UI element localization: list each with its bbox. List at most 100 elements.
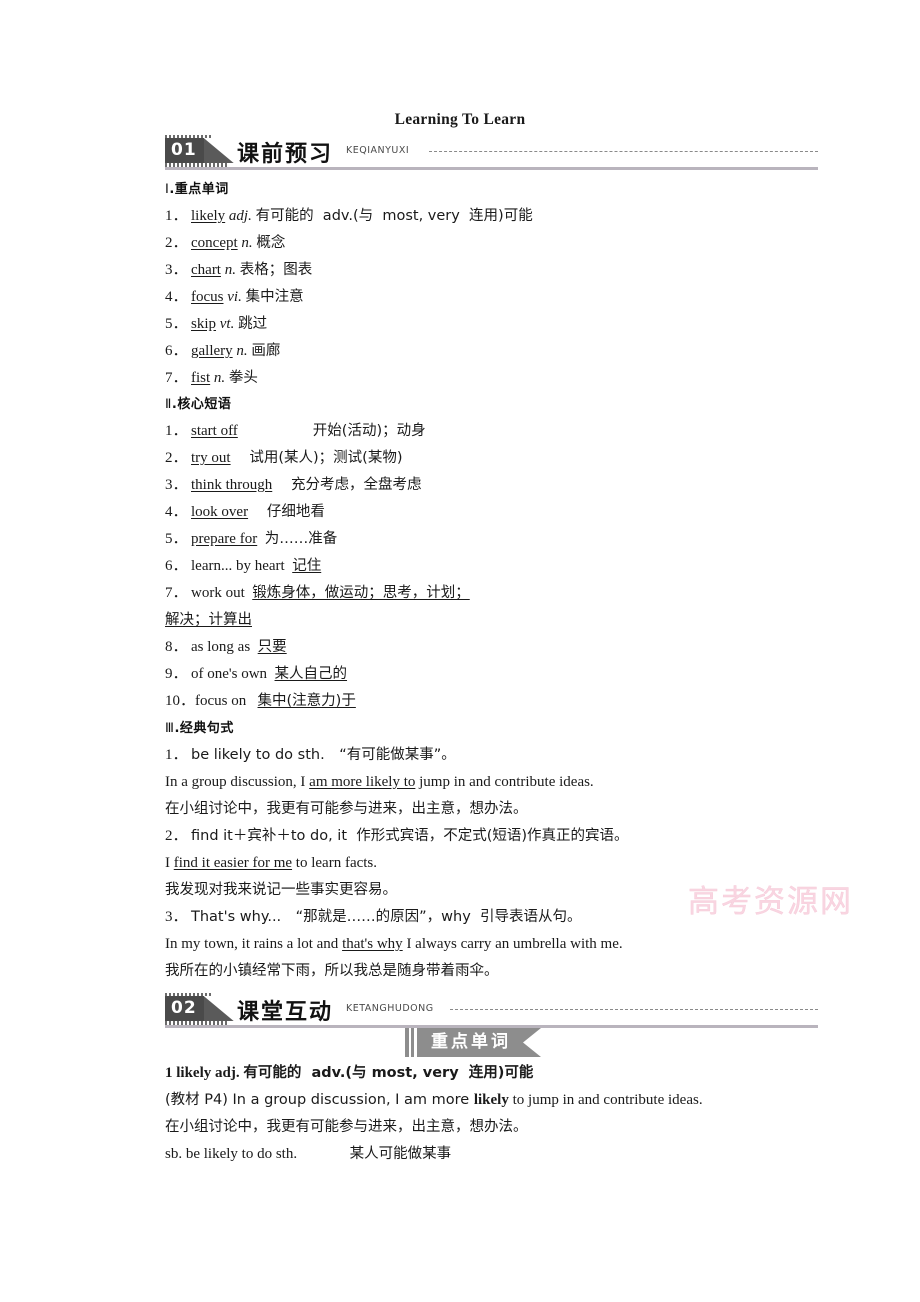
phrase-term: learn... by heart [191,558,285,574]
entry-number: 1 [165,1065,173,1081]
ribbon-bar-icon [411,1028,414,1057]
key-phrase-row: 1． start off 开始(活动)；动身 [165,418,815,445]
phrase-meaning: 集中(注意力)于 [257,693,356,709]
item-number: 1． [165,747,188,763]
word-meaning: 画廊 [251,343,281,359]
section-02-header: 02 课堂互动 KETANGHUDONG [165,993,818,1030]
subheading-label: 经典句式 [179,721,234,736]
item-number: 5． [165,316,188,332]
key-phrase-row: 3． think through 充分考虑，全盘考虑 [165,472,815,499]
item-number: 2． [165,235,188,251]
item-number: 1． [165,208,188,224]
phrase-gap [250,639,258,655]
ribbon-block: 重点单词 [165,1028,815,1058]
key-phrase-row: 8． as long as 只要 [165,634,815,661]
document-page: 高考资源网 Learning To Learn 01 课前预习 KEQIANYU… [0,0,920,1302]
subheading-label: 核心短语 [177,397,232,412]
item-number: 2． [165,450,188,466]
key-words-block: Ⅰ.重点单词 1． likely adj. 有可能的 adv.(与 most, v… [165,178,815,392]
section-title-pinyin: KEQIANYUXI [346,145,410,156]
item-number: 10． [165,693,196,709]
item-number: 8． [165,639,188,655]
pattern-translation: 我所在的小镇经常下雨，所以我总是随身带着雨伞。 [165,958,815,985]
word-entry-block: 1 likely adj. 有可能的 adv.(与 most, very 连用)… [165,1060,815,1168]
translation-text: 我发现对我来说记一些事实更容易。 [165,882,397,898]
item-number: 6． [165,558,188,574]
pattern-text: be likely to do sth. “有可能做某事”。 [191,747,456,763]
ribbon-bar-icon [405,1028,409,1057]
word-term: likely [191,208,226,224]
section-number: 01 [165,138,204,163]
translation-text: 在小组讨论中，我更有可能参与进来，出主意，想办法。 [165,801,528,817]
word-pos: vt. [219,316,235,332]
pattern-translation: 我发现对我来说记一些事实更容易。 [165,877,815,904]
section-number: 02 [165,996,204,1021]
sentence-patterns-block: Ⅲ.经典句式 1． be likely to do sth. “有可能做某事”。 … [165,717,815,985]
subheading-key-phrases: Ⅱ.核心短语 [165,393,815,412]
word-entry-translation: 在小组讨论中，我更有可能参与进来，出主意，想办法。 [165,1114,815,1141]
item-number: 6． [165,343,188,359]
section-01-header: 01 课前预习 KEQIANYUXI [165,135,818,172]
entry-definition: 有可能的 adv.(与 most, very 连用)可能 [243,1065,534,1081]
key-phrase-row: 9． of one's own 某人自己的 [165,661,815,688]
ribbon-banner: 重点单词 [405,1028,541,1057]
usage-gap [297,1146,350,1162]
pattern-text: That's why... “那就是……的原因”，why 引导表语从句。 [191,909,582,925]
phrase-term: start off [191,423,238,439]
key-phrases-block: Ⅱ.核心短语 1． start off 开始(活动)；动身 2． try out 试… [165,393,815,715]
example-suffix: jump in and contribute ideas. [415,774,594,790]
item-number: 4． [165,289,188,305]
key-word-row: 7． fist n. 拳头 [165,365,815,392]
phrase-meaning: 记住 [292,558,322,574]
key-phrase-row-continuation: 解决；计算出 [165,607,815,634]
subheading-key-words: Ⅰ.重点单词 [165,178,815,197]
example-prefix: In my town, it rains a lot and [165,936,343,952]
key-phrase-row: 6． learn... by heart 记住 [165,553,815,580]
word-term: gallery [191,343,233,359]
word-term: fist [191,370,211,386]
key-word-row: 5． skip vt. 跳过 [165,311,815,338]
phrase-gap [267,666,275,682]
section-number-badge: 02 [165,993,234,1025]
item-number: 7． [165,585,188,601]
word-term: concept [191,235,238,251]
phrase-term: prepare for [191,531,258,547]
word-pos: n. [236,343,248,359]
usage-chinese: 某人可能做某事 [349,1146,452,1162]
entry-pos: adj. [215,1065,240,1081]
example-key: find it easier for me [173,855,293,871]
word-term: skip [191,316,217,332]
key-phrase-row: 4． look over 仔细地看 [165,499,815,526]
section-title-pinyin: KETANGHUDONG [346,1003,434,1014]
word-term: focus [191,289,224,305]
header-dashed-line [450,1009,818,1010]
item-number: 5． [165,531,188,547]
phrase-term: focus on [195,693,247,709]
word-meaning: 表格；图表 [239,262,313,278]
key-phrase-row: 7． work out 锻炼身体，做运动；思考，计划； [165,580,815,607]
example-prefix: In a group discussion, I [165,774,310,790]
word-meaning: 跳过 [238,316,268,332]
phrase-term: try out [191,450,231,466]
key-word-row: 3． chart n. 表格；图表 [165,257,815,284]
ribbon-label: 重点单词 [417,1028,541,1057]
key-phrase-row: 2． try out 试用(某人)；测试(某物) [165,445,815,472]
word-pos: adj. [228,208,252,224]
badge-tail-shape [203,996,234,1021]
phrase-meaning: 试用(某人)；测试(某物) [249,450,403,466]
word-meaning: 概念 [256,235,286,251]
source-key: likely [473,1092,509,1108]
subheading-label: 重点单词 [174,182,229,197]
item-number: 3． [165,262,188,278]
item-number: 1． [165,423,188,439]
pattern-text: find it＋宾补＋to do, it 作形式宾语，不定式(短语)作真正的宾语… [191,828,629,844]
key-phrase-row: 5． prepare for 为……准备 [165,526,815,553]
key-word-row: 6． gallery n. 画廊 [165,338,815,365]
word-entry-headword: 1 likely adj. 有可能的 adv.(与 most, very 连用)… [165,1060,815,1087]
phrase-term: as long as [191,639,251,655]
phrase-gap [231,450,250,466]
item-number: 4． [165,504,188,520]
header-dashed-line [429,151,818,152]
key-phrase-row: 10．focus on 集中(注意力)于 [165,688,815,715]
item-number: 9． [165,666,188,682]
